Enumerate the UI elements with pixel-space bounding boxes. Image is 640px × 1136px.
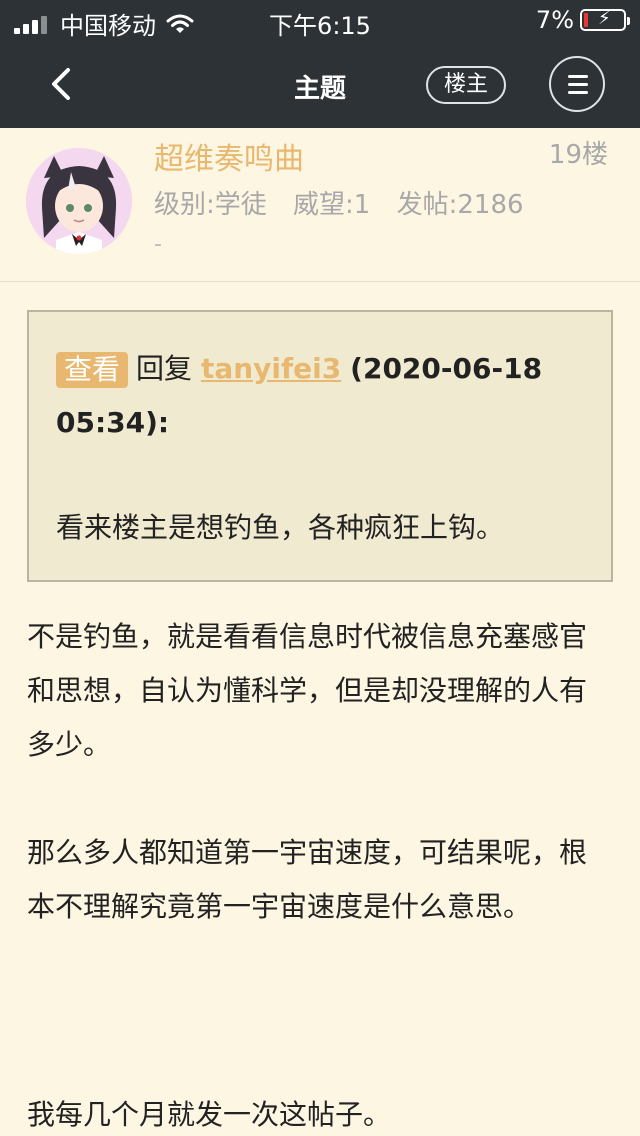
quoted-author-link[interactable]: tanyifei3 — [201, 352, 341, 385]
status-bar: 中国移动 下午6:15 7% ⚡ — [0, 0, 640, 40]
battery-percent: 7% — [535, 6, 574, 34]
post-paragraph: 不是钓鱼，就是看看信息时代被信息充塞感官和思想，自认为懂科学，但是却没理解的人有… — [27, 620, 588, 761]
post-paragraph: 我每几个月就发一次这帖子。 — [27, 1098, 392, 1131]
quote-text: 看来楼主是想钓鱼，各种疯狂上钩。 — [56, 511, 505, 544]
menu-icon[interactable] — [549, 56, 605, 112]
floor-number: 19楼 — [548, 140, 608, 170]
battery-icon: ⚡ — [580, 8, 630, 31]
only-owner-button[interactable]: 楼主 — [426, 66, 506, 104]
avatar[interactable] — [26, 148, 132, 254]
quote-header: 查看 回复 tanyifei3 (2020-06-18 05:34): — [56, 342, 596, 450]
quote-box: 查看 回复 tanyifei3 (2020-06-18 05:34): 看来楼主是… — [27, 310, 613, 582]
reply-prefix: 回复 — [136, 352, 193, 385]
user-level: 级别:学徒 — [154, 190, 267, 220]
page-title: 主题 — [293, 74, 346, 104]
username-link[interactable]: 超维奏鸣曲 — [154, 134, 304, 178]
nav-bar: 主题 楼主 — [0, 40, 640, 128]
author-info: 超维奏鸣曲 19楼 级别:学徒 威望:1 发帖:2186 - — [0, 128, 640, 282]
back-arrow-icon[interactable] — [40, 60, 84, 108]
view-quote-button[interactable]: 查看 — [56, 352, 129, 388]
user-meta: 级别:学徒 威望:1 发帖:2186 — [154, 184, 542, 221]
signature-dash: - — [154, 232, 162, 257]
top-bar: 中国移动 下午6:15 7% ⚡ 主题 楼主 — [0, 0, 640, 128]
user-prestige: 威望:1 — [293, 190, 371, 220]
post-paragraph: 那么多人都知道第一宇宙速度，可结果呢，根本不理解究竟第一宇宙速度是什么意思。 — [27, 836, 588, 923]
user-post-count: 发帖:2186 — [396, 190, 524, 220]
